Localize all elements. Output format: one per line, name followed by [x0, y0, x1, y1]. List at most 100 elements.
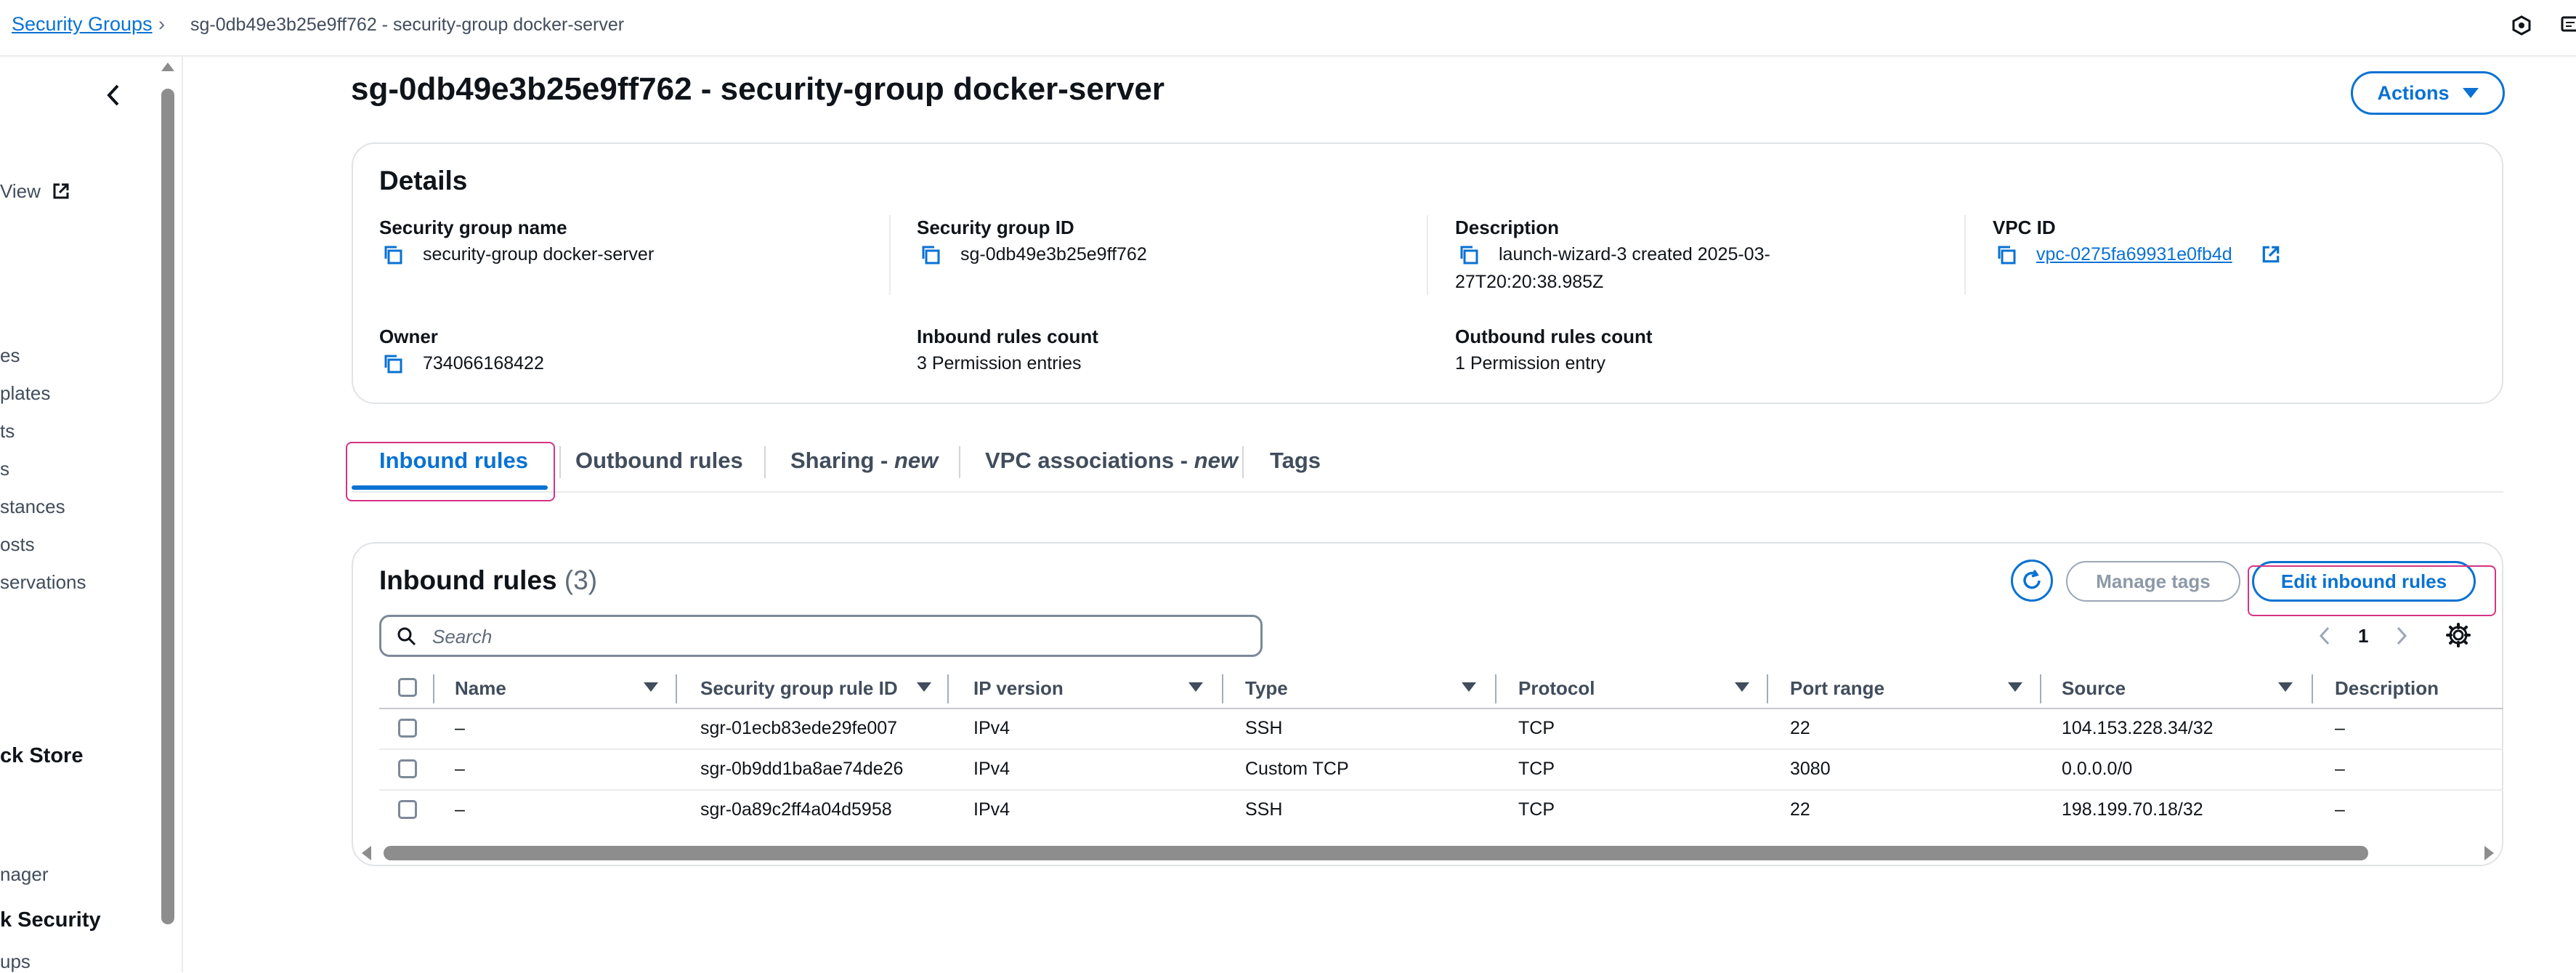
outbound-count-label: Outbound rules count: [1455, 326, 1653, 347]
search-icon: [397, 627, 416, 646]
nav-item-osts[interactable]: osts: [0, 533, 35, 556]
details-divider: [889, 215, 891, 295]
tab-vpc-associations-badge: new: [1194, 448, 1239, 473]
copy-icon[interactable]: [1996, 244, 2017, 266]
caret-down-icon: [2462, 88, 2479, 98]
actions-button[interactable]: Actions: [2351, 71, 2505, 115]
external-link-icon[interactable]: [2261, 244, 2281, 265]
sort-caret-icon[interactable]: [1188, 682, 1203, 692]
external-link-icon: [53, 183, 69, 199]
cell-rule-id: sgr-0b9dd1ba8ae74de26: [700, 759, 904, 779]
column-header-description[interactable]: Description: [2335, 677, 2439, 700]
edit-button-highlight: [2248, 565, 2496, 616]
copy-icon[interactable]: [920, 244, 941, 266]
cell-name: –: [455, 718, 465, 738]
tab-vpc-associations-label: VPC associations: [985, 448, 1175, 473]
cell-protocol: TCP: [1518, 718, 1555, 738]
column-separator: [676, 674, 677, 703]
cell-name: –: [455, 799, 465, 820]
refresh-button[interactable]: [2011, 560, 2053, 602]
collapse-chevron-icon[interactable]: [105, 83, 122, 108]
column-header-ip-version[interactable]: IP version: [973, 677, 1064, 700]
sort-caret-icon[interactable]: [2278, 682, 2293, 692]
cell-type: SSH: [1245, 799, 1283, 820]
row-checkbox[interactable]: [398, 759, 417, 778]
column-separator: [1767, 674, 1768, 703]
sort-caret-icon[interactable]: [1462, 682, 1476, 692]
pagination-current-page[interactable]: 1: [2358, 625, 2368, 647]
nav-item-s[interactable]: s: [0, 458, 9, 480]
feedback-icon[interactable]: [2560, 15, 2576, 36]
cell-source: 104.153.228.34/32: [2062, 718, 2214, 738]
owner-value: 734066168422: [423, 353, 544, 374]
copy-icon[interactable]: [1458, 244, 1480, 266]
inbound-rules-heading: Inbound rules (3): [379, 565, 597, 596]
cell-rule-id: sgr-01ecb83ede29fe007: [700, 718, 898, 738]
sort-caret-icon[interactable]: [644, 682, 658, 692]
table-horizontal-scrollbar[interactable]: [384, 846, 2368, 860]
cell-rule-id: sgr-0a89c2ff4a04d5958: [700, 799, 892, 820]
column-header-port-range[interactable]: Port range: [1790, 677, 1884, 700]
table-scroll-left-arrow[interactable]: [362, 846, 371, 860]
pagination-next-icon[interactable]: [2394, 625, 2409, 647]
row-checkbox[interactable]: [398, 719, 417, 738]
nav-item-ts[interactable]: ts: [0, 420, 15, 443]
column-header-protocol[interactable]: Protocol: [1518, 677, 1595, 700]
tab-tags[interactable]: Tags: [1270, 448, 1321, 474]
nav-item-manager[interactable]: nager: [0, 863, 49, 886]
sort-caret-icon[interactable]: [2008, 682, 2022, 692]
tabs-border: [352, 491, 2503, 493]
column-header-name[interactable]: Name: [455, 677, 506, 700]
search-input[interactable]: Search: [379, 615, 1263, 657]
gear-icon[interactable]: [2445, 622, 2471, 648]
tab-separator: [1242, 446, 1244, 478]
vpc-id-link[interactable]: vpc-0275fa69931e0fb4d: [2036, 244, 2232, 265]
tab-vpc-associations[interactable]: VPC associations - new: [985, 448, 1238, 474]
table-scroll-right-arrow[interactable]: [2484, 846, 2494, 860]
cell-protocol: TCP: [1518, 799, 1555, 820]
sidebar-scroll-up-arrow[interactable]: [161, 62, 174, 71]
tab-separator: [959, 446, 960, 478]
nav-item-view[interactable]: View: [0, 180, 70, 203]
cell-description: –: [2335, 799, 2345, 820]
cell-port-range: 3080: [1790, 759, 1831, 779]
sort-caret-icon[interactable]: [917, 682, 931, 692]
nav-item-groups[interactable]: ups: [0, 950, 31, 973]
vpc-id-label: VPC ID: [1993, 217, 2056, 238]
description-label: Description: [1455, 217, 1560, 238]
column-separator: [1495, 674, 1496, 703]
column-header-source[interactable]: Source: [2062, 677, 2126, 700]
chevron-right-icon: ›: [158, 13, 165, 35]
manage-tags-button[interactable]: Manage tags: [2066, 561, 2240, 602]
cell-type: Custom TCP: [1245, 759, 1349, 779]
breadcrumb-security-groups-link[interactable]: Security Groups: [12, 13, 153, 36]
sidebar-scrollbar[interactable]: [161, 89, 174, 924]
copy-icon[interactable]: [382, 244, 404, 266]
nav-item-servations[interactable]: servations: [0, 571, 86, 594]
inbound-count-value: 3 Permission entries: [917, 353, 1082, 374]
column-separator: [2312, 674, 2313, 703]
column-header-type[interactable]: Type: [1245, 677, 1288, 700]
row-divider: [379, 748, 2503, 750]
inbound-rules-title: Inbound rules: [379, 565, 557, 595]
pagination-prev-icon[interactable]: [2317, 625, 2332, 647]
nav-item-stances[interactable]: stances: [0, 496, 65, 518]
sort-caret-icon[interactable]: [1735, 682, 1749, 692]
nav-section-block-store: ck Store: [0, 744, 84, 767]
select-all-checkbox[interactable]: [398, 678, 417, 697]
tab-separator: [559, 446, 561, 478]
cell-ip-version: IPv4: [973, 718, 1010, 738]
row-checkbox[interactable]: [398, 800, 417, 819]
copy-icon[interactable]: [382, 353, 404, 375]
settings-hex-icon[interactable]: [2511, 15, 2532, 36]
refresh-icon: [2023, 570, 2041, 589]
inbound-count-label: Inbound rules count: [917, 326, 1098, 347]
nav-item-es[interactable]: es: [0, 344, 20, 367]
nav-item-plates[interactable]: plates: [0, 382, 50, 405]
tab-outbound-rules[interactable]: Outbound rules: [575, 448, 743, 474]
description-value-line2: 27T20:20:38.985Z: [1455, 272, 1604, 292]
inbound-tab-highlight: [346, 442, 555, 501]
tab-sharing[interactable]: Sharing - new: [790, 448, 938, 474]
sg-id-label: Security group ID: [917, 217, 1074, 238]
column-header-rule-id[interactable]: Security group rule ID: [700, 677, 898, 700]
